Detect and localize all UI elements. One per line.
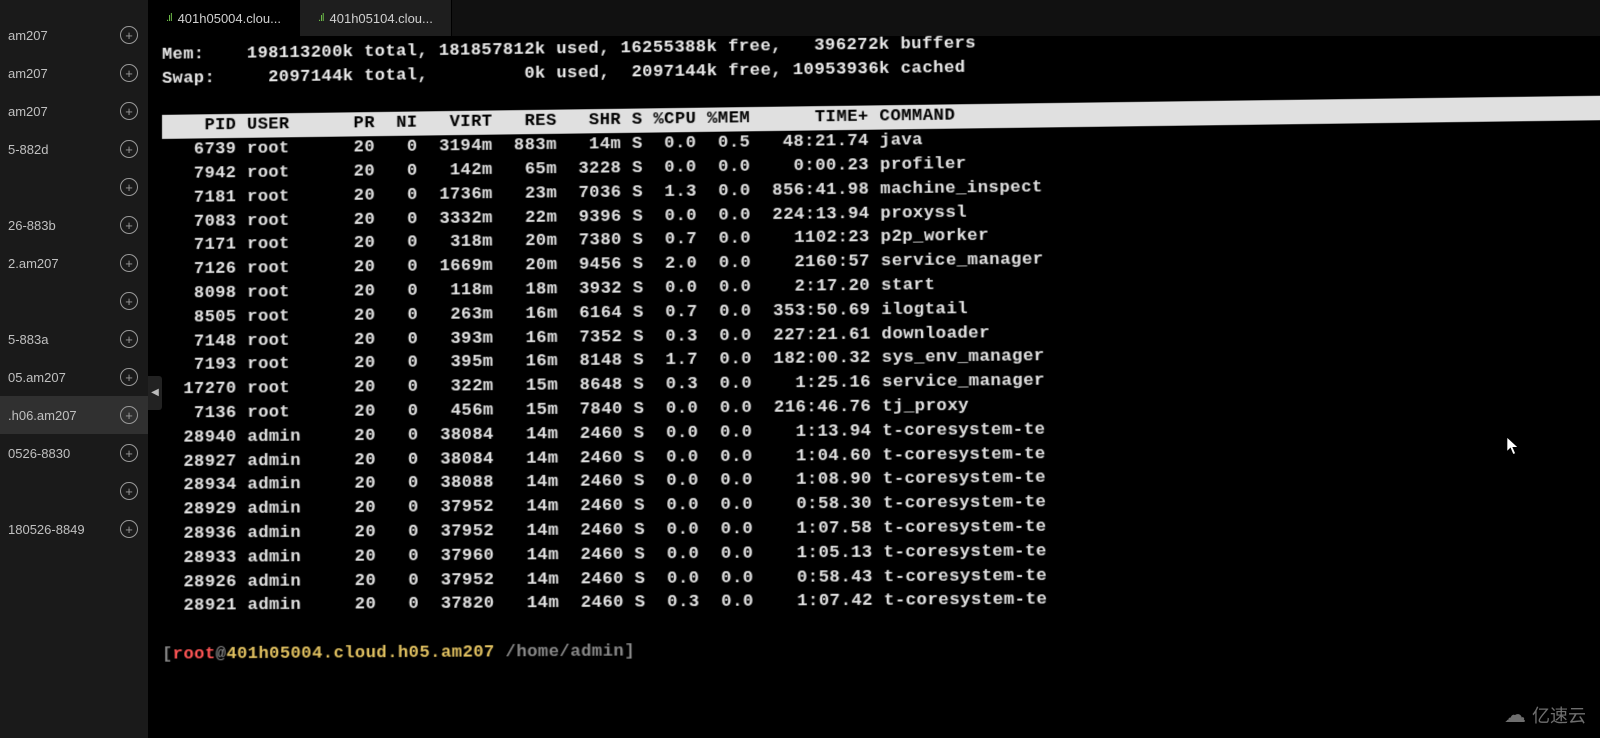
sidebar-item-4[interactable] bbox=[0, 168, 148, 206]
plus-circle-icon[interactable] bbox=[120, 482, 138, 500]
sidebar-item-5[interactable]: 26-883b bbox=[0, 206, 148, 244]
sidebar-item-3[interactable]: 5-882d bbox=[0, 130, 148, 168]
process-row-16: 28936 admin 20 0 37952 14m 2460 S 0.0 0.… bbox=[162, 517, 1047, 544]
plus-circle-icon[interactable] bbox=[120, 520, 138, 538]
process-row-9: 7193 root 20 0 395m 16m 8148 S 1.7 0.0 1… bbox=[162, 347, 1045, 375]
sidebar-item-6[interactable]: 2.am207 bbox=[0, 244, 148, 282]
plus-circle-icon[interactable] bbox=[120, 216, 138, 234]
plus-circle-icon[interactable] bbox=[120, 26, 138, 44]
process-row-8: 7148 root 20 0 393m 16m 7352 S 0.3 0.0 2… bbox=[162, 324, 990, 352]
process-row-18: 28926 admin 20 0 37952 14m 2460 S 0.0 0.… bbox=[162, 566, 1047, 592]
sidebar-item-2[interactable]: am207 bbox=[0, 92, 148, 130]
sidebar-item-8[interactable]: 5-883a bbox=[0, 320, 148, 358]
sidebar-item-label: 5-883a bbox=[8, 332, 120, 347]
sidebar-item-label: 2.am207 bbox=[8, 256, 120, 271]
sidebar-item-10[interactable]: .h06.am207 bbox=[0, 396, 148, 434]
process-row-6: 8098 root 20 0 118m 18m 3932 S 0.0 0.0 2… bbox=[162, 276, 935, 304]
plus-circle-icon[interactable] bbox=[120, 178, 138, 196]
sidebar-item-label: am207 bbox=[8, 104, 120, 119]
signal-icon bbox=[318, 12, 324, 24]
plus-circle-icon[interactable] bbox=[120, 368, 138, 386]
sidebar-item-0[interactable]: am207 bbox=[0, 16, 148, 54]
process-row-14: 28934 admin 20 0 38088 14m 2460 S 0.0 0.… bbox=[162, 469, 1046, 496]
sidebar-item-13[interactable]: 180526-8849 bbox=[0, 510, 148, 548]
sidebar-item-label: 26-883b bbox=[8, 218, 120, 233]
terminal-output[interactable]: Mem: 198113200k total, 181857812k used, … bbox=[148, 15, 1600, 668]
plus-circle-icon[interactable] bbox=[120, 102, 138, 120]
signal-icon bbox=[166, 12, 172, 24]
sidebar-item-9[interactable]: 05.am207 bbox=[0, 358, 148, 396]
plus-circle-icon[interactable] bbox=[120, 444, 138, 462]
tab-0[interactable]: 401h05004.clou... bbox=[148, 0, 300, 36]
watermark-text: 亿速云 bbox=[1532, 702, 1586, 728]
sidebar-item-label: am207 bbox=[8, 28, 120, 43]
plus-circle-icon[interactable] bbox=[120, 292, 138, 310]
sidebar-item-label: .h06.am207 bbox=[8, 408, 120, 423]
process-row-15: 28929 admin 20 0 37952 14m 2460 S 0.0 0.… bbox=[162, 493, 1046, 520]
process-row-11: 7136 root 20 0 456m 15m 7840 S 0.0 0.0 2… bbox=[162, 397, 969, 424]
process-row-13: 28927 admin 20 0 38084 14m 2460 S 0.0 0.… bbox=[162, 444, 1046, 471]
shell-prompt[interactable]: [root@401h05004.cloud.h05.am207 /home/ad… bbox=[162, 642, 635, 664]
watermark: ☁ 亿速云 bbox=[1504, 702, 1586, 728]
sidebar-item-label: 5-882d bbox=[8, 142, 120, 157]
sidebar-item-label: am207 bbox=[8, 66, 120, 81]
sidebar-item-label: 0526-8830 bbox=[8, 446, 120, 461]
process-row-7: 8505 root 20 0 263m 16m 6164 S 0.7 0.0 3… bbox=[162, 300, 968, 328]
sidebar-item-label: 05.am207 bbox=[8, 370, 120, 385]
process-row-12: 28940 admin 20 0 38084 14m 2460 S 0.0 0.… bbox=[162, 420, 1045, 448]
plus-circle-icon[interactable] bbox=[120, 406, 138, 424]
process-row-19: 28921 admin 20 0 37820 14m 2460 S 0.3 0.… bbox=[162, 591, 1047, 617]
sidebar-item-12[interactable] bbox=[0, 472, 148, 510]
sidebar-item-7[interactable] bbox=[0, 282, 148, 320]
session-sidebar[interactable]: am207 am207 am207 5-882d 26-883b 2.am207 5-883… bbox=[0, 0, 148, 738]
sidebar-item-label: 180526-8849 bbox=[8, 522, 120, 537]
process-row-17: 28933 admin 20 0 37960 14m 2460 S 0.0 0.… bbox=[162, 542, 1047, 568]
sidebar-item-11[interactable]: 0526-8830 bbox=[0, 434, 148, 472]
cloud-icon: ☁ bbox=[1504, 702, 1526, 728]
tab-label: 401h05004.clou... bbox=[178, 11, 281, 26]
process-row-10: 17270 root 20 0 322m 15m 8648 S 0.3 0.0 … bbox=[162, 372, 1045, 400]
tab-label: 401h05104.clou... bbox=[330, 11, 433, 26]
plus-circle-icon[interactable] bbox=[120, 64, 138, 82]
plus-circle-icon[interactable] bbox=[120, 330, 138, 348]
terminal-panel: 401h05004.clou...401h05104.clou... ◀ Mem… bbox=[148, 0, 1600, 738]
tab-1[interactable]: 401h05104.clou... bbox=[300, 0, 452, 36]
sidebar-item-1[interactable]: am207 bbox=[0, 54, 148, 92]
plus-circle-icon[interactable] bbox=[120, 140, 138, 158]
plus-circle-icon[interactable] bbox=[120, 254, 138, 272]
